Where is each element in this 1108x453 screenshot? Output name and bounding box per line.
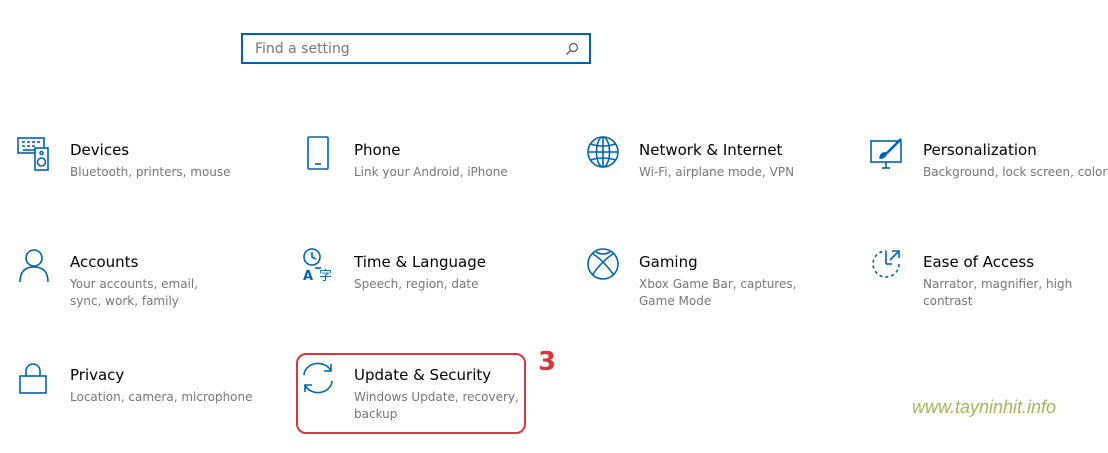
settings-tile-phone[interactable]: Phone Link your Android, iPhone [301, 136, 561, 216]
settings-tile-personalization[interactable]: Personalization Background, lock screen,… [870, 136, 1108, 216]
tile-description: Bluetooth, printers, mouse [70, 165, 231, 179]
search-icon[interactable] [561, 38, 583, 60]
settings-tile-network[interactable]: Network & Internet Wi-Fi, airplane mode,… [586, 136, 846, 216]
tile-title: Privacy [70, 366, 125, 384]
tile-title: Phone [354, 141, 401, 159]
ease-of-access-icon [870, 248, 906, 284]
settings-tile-privacy[interactable]: Privacy Location, camera, microphone [17, 361, 277, 441]
search-box[interactable] [241, 33, 591, 64]
time-language-icon: A 字 [301, 248, 337, 284]
tile-title: Network & Internet [639, 141, 783, 159]
settings-tile-accounts[interactable]: Accounts Your accounts, email, sync, wor… [17, 248, 277, 328]
tile-title: Accounts [70, 253, 139, 271]
step-number: 3 [538, 347, 557, 377]
highlight-box [296, 353, 526, 434]
paintbrush-icon [870, 136, 906, 172]
tile-title: Personalization [923, 141, 1037, 159]
devices-icon [17, 136, 53, 172]
settings-tile-devices[interactable]: Devices Bluetooth, printers, mouse [17, 136, 277, 216]
watermark: www.tayninhit.info [912, 397, 1057, 417]
tile-description: Narrator, magnifier, high contrast [923, 277, 1073, 308]
tile-description: Xbox Game Bar, captures, Game Mode [639, 277, 797, 308]
search-input[interactable] [243, 35, 561, 62]
tile-title: Time & Language [354, 253, 486, 271]
xbox-icon [586, 248, 622, 284]
svg-text:A: A [303, 269, 313, 284]
tile-title: Gaming [639, 253, 698, 271]
tile-description: Speech, region, date [354, 277, 479, 291]
svg-text:字: 字 [319, 269, 332, 284]
tile-description: Wi-Fi, airplane mode, VPN [639, 165, 795, 179]
settings-tile-gaming[interactable]: Gaming Xbox Game Bar, captures, Game Mod… [586, 248, 846, 328]
settings-tile-ease-of-access[interactable]: Ease of Access Narrator, magnifier, high… [870, 248, 1108, 328]
tile-title: Devices [70, 141, 130, 159]
lock-icon [17, 361, 53, 397]
tile-description: Your accounts, email, sync, work, family [70, 277, 199, 308]
globe-icon [586, 136, 622, 172]
tile-description: Background, lock screen, colors [923, 165, 1108, 179]
settings-tile-time-language[interactable]: A 字 Time & Language Speech, region, date [301, 248, 561, 328]
tile-description: Link your Android, iPhone [354, 165, 508, 179]
phone-icon [301, 136, 337, 172]
person-icon [17, 248, 53, 284]
tile-title: Ease of Access [923, 253, 1035, 271]
tile-description: Location, camera, microphone [70, 390, 253, 404]
